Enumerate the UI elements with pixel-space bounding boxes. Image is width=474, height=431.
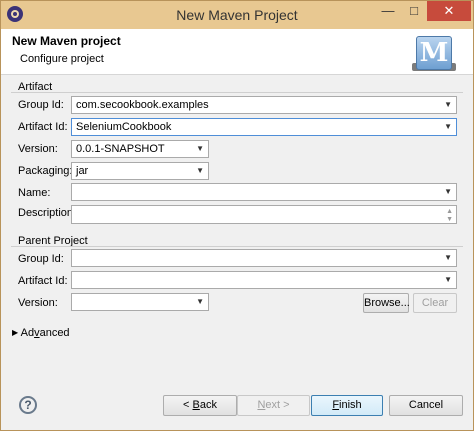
finish-button[interactable]: Finish	[311, 395, 383, 416]
chevron-down-icon[interactable]: ▼	[444, 122, 452, 131]
scroll-arrows-icon[interactable]: ▲ ▼	[446, 208, 453, 224]
chevron-down-icon[interactable]: ▼	[196, 297, 204, 306]
version-combo[interactable]: 0.0.1-SNAPSHOT ▼	[71, 140, 209, 158]
close-button[interactable]: ✕	[427, 1, 471, 21]
description-label: Description:	[18, 207, 77, 219]
group-id-label: Group Id:	[18, 99, 64, 111]
artifact-id-combo[interactable]: SeleniumCookbook ▼	[71, 118, 457, 136]
wizard-header: New Maven project Configure project M	[1, 29, 473, 75]
parent-artifact-id-combo[interactable]: ▼	[71, 271, 457, 289]
chevron-down-icon[interactable]: ▼	[196, 144, 204, 153]
minimize-button[interactable]: —	[375, 1, 401, 21]
maximize-button[interactable]: □	[401, 1, 427, 21]
group-id-combo[interactable]: com.secookbook.examples ▼	[71, 96, 457, 114]
help-icon[interactable]: ?	[19, 396, 37, 414]
parent-group-id-combo[interactable]: ▼	[71, 249, 457, 267]
group-id-value: com.secookbook.examples	[76, 99, 209, 111]
chevron-down-icon[interactable]: ▼	[196, 166, 204, 175]
artifact-id-value: SeleniumCookbook	[76, 121, 172, 133]
parent-version-combo[interactable]: ▼	[71, 293, 209, 311]
parent-group-id-label: Group Id:	[18, 253, 64, 265]
name-label: Name:	[18, 187, 51, 199]
wizard-subtitle: Configure project	[20, 53, 104, 65]
next-button[interactable]: Next >	[237, 395, 310, 416]
browse-button[interactable]: Browse...	[363, 293, 410, 313]
title-bar[interactable]: New Maven Project — □ ✕	[1, 1, 473, 29]
description-textarea[interactable]: ▲ ▼	[71, 205, 457, 224]
chevron-down-icon[interactable]: ▼	[444, 100, 452, 109]
advanced-toggle[interactable]: ▶ Advanced	[12, 327, 70, 339]
version-value: 0.0.1-SNAPSHOT	[76, 143, 165, 155]
packaging-combo[interactable]: jar ▼	[71, 162, 209, 180]
artifact-group-divider	[11, 92, 463, 93]
cancel-button[interactable]: Cancel	[389, 395, 463, 416]
clear-button[interactable]: Clear	[413, 293, 457, 313]
new-maven-project-dialog: New Maven Project — □ ✕ New Maven projec…	[0, 0, 474, 431]
chevron-down-icon[interactable]: ▼	[444, 253, 452, 262]
back-button[interactable]: < Back	[163, 395, 237, 416]
parent-group-divider	[11, 246, 463, 247]
parent-version-label: Version:	[18, 297, 58, 309]
version-label: Version:	[18, 143, 58, 155]
artifact-id-label: Artifact Id:	[18, 121, 68, 133]
parent-artifact-id-label: Artifact Id:	[18, 275, 68, 287]
packaging-label: Packaging:	[18, 165, 73, 177]
chevron-down-icon[interactable]: ▼	[444, 275, 452, 284]
packaging-value: jar	[76, 165, 89, 177]
name-combo[interactable]: ▼	[71, 183, 457, 201]
wizard-title: New Maven project	[12, 34, 121, 48]
expand-arrow-icon[interactable]: ▶	[12, 328, 18, 337]
maven-logo-icon: M	[412, 33, 456, 73]
chevron-down-icon[interactable]: ▼	[444, 187, 452, 196]
